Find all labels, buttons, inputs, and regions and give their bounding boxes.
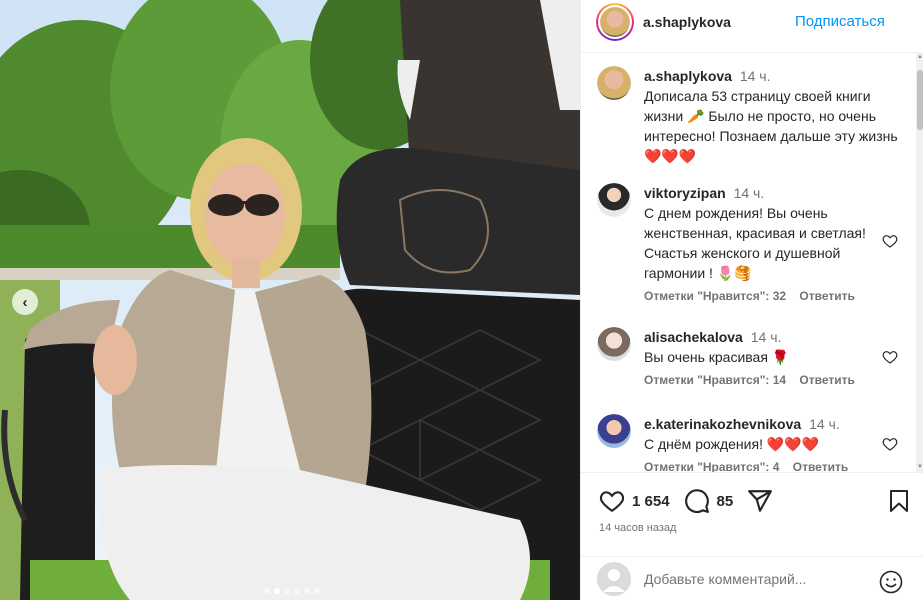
follow-button[interactable]: Подписаться (795, 13, 885, 30)
carousel-dot (284, 588, 290, 594)
viewer-avatar (597, 561, 631, 596)
carousel-prev-button[interactable]: ‹ (12, 289, 38, 315)
carousel-dot (294, 588, 300, 594)
scroll-up-icon[interactable]: ▲ (917, 54, 923, 60)
default-avatar-icon (597, 561, 631, 596)
comment-username[interactable]: alisachekalova (644, 329, 743, 345)
bookmark-icon[interactable] (888, 489, 910, 513)
like-count[interactable]: 1 654 (632, 493, 670, 510)
post-actions: 1 654 85 14 часов назад (581, 472, 923, 556)
comment-item: e.katerinakozhevnikova 14 ч. С днём рожд… (597, 414, 899, 472)
chevron-left-icon: ‹ (22, 293, 28, 311)
caption-text: Дописала 53 страницу своей книги жизни 🥕… (644, 88, 898, 164)
reply-button[interactable]: Ответить (799, 289, 854, 303)
like-comment-icon[interactable] (882, 349, 898, 365)
carousel-dot (264, 588, 270, 594)
caption-username[interactable]: a.shaplykova (644, 68, 732, 84)
caption-avatar[interactable] (597, 66, 631, 100)
author-avatar[interactable] (600, 7, 630, 37)
share-icon[interactable] (747, 488, 773, 514)
photo-illustration (0, 0, 580, 600)
comment-composer (581, 556, 923, 600)
post-timestamp[interactable]: 14 часов назад (599, 522, 676, 534)
emoji-icon[interactable] (879, 570, 903, 594)
comments-scrollbar[interactable]: ▲ ▼ (916, 52, 923, 472)
comment-meta: Отметки "Нравится": 32 Ответить (644, 289, 899, 303)
comment-meta: Отметки "Нравится": 14 Ответить (644, 373, 899, 387)
carousel-dot (314, 588, 320, 594)
like-icon[interactable] (599, 488, 625, 514)
reply-button[interactable]: Ответить (793, 460, 848, 472)
comment-text: С днем рождения! Вы очень женственная, к… (644, 205, 866, 281)
post-side-panel: a.shaplykova Подписаться a.shaplykova 14… (580, 0, 923, 600)
story-ring[interactable] (596, 3, 634, 41)
comment-likes[interactable]: Отметки "Нравится": 32 (644, 289, 786, 303)
scrollbar-thumb[interactable] (917, 70, 923, 130)
comment-time[interactable]: 14 ч. (751, 329, 782, 345)
caption-time[interactable]: 14 ч. (740, 68, 771, 84)
comments-list[interactable]: a.shaplykova 14 ч. Дописала 53 страницу … (581, 52, 923, 472)
comment-text: Вы очень красивая 🌹 (644, 349, 790, 365)
comment-time[interactable]: 14 ч. (734, 185, 765, 201)
like-comment-icon[interactable] (882, 233, 898, 249)
comment-count[interactable]: 85 (717, 493, 734, 510)
reply-button[interactable]: Ответить (799, 373, 854, 387)
like-comment-icon[interactable] (882, 436, 898, 452)
post-photo[interactable]: ‹ (0, 0, 580, 600)
comment-input[interactable] (644, 570, 864, 587)
comment-likes[interactable]: Отметки "Нравится": 14 (644, 373, 786, 387)
carousel-dot (304, 588, 310, 594)
comment-item: viktoryzipan 14 ч. С днем рождения! Вы о… (597, 183, 899, 313)
caption-entry: a.shaplykova 14 ч. Дописала 53 страницу … (597, 66, 898, 166)
author-username[interactable]: a.shaplykova (643, 14, 731, 30)
comment-avatar[interactable] (597, 327, 631, 361)
comment-meta: Отметки "Нравится": 4 Ответить (644, 460, 899, 472)
carousel-dot-active (274, 588, 280, 594)
comment-username[interactable]: e.katerinakozhevnikova (644, 416, 801, 432)
carousel-indicator (264, 588, 320, 594)
comment-item: alisachekalova 14 ч. Вы очень красивая 🌹… (597, 327, 899, 397)
comment-text: С днём рождения! ❤️❤️❤️ (644, 436, 820, 452)
comment-time[interactable]: 14 ч. (809, 416, 840, 432)
comment-icon[interactable] (684, 488, 710, 514)
comment-username[interactable]: viktoryzipan (644, 185, 726, 201)
comment-likes[interactable]: Отметки "Нравится": 4 (644, 460, 779, 472)
comment-avatar[interactable] (597, 183, 631, 217)
post-header: a.shaplykova Подписаться (581, 0, 923, 44)
scroll-down-icon[interactable]: ▼ (917, 464, 923, 470)
comment-avatar[interactable] (597, 414, 631, 448)
